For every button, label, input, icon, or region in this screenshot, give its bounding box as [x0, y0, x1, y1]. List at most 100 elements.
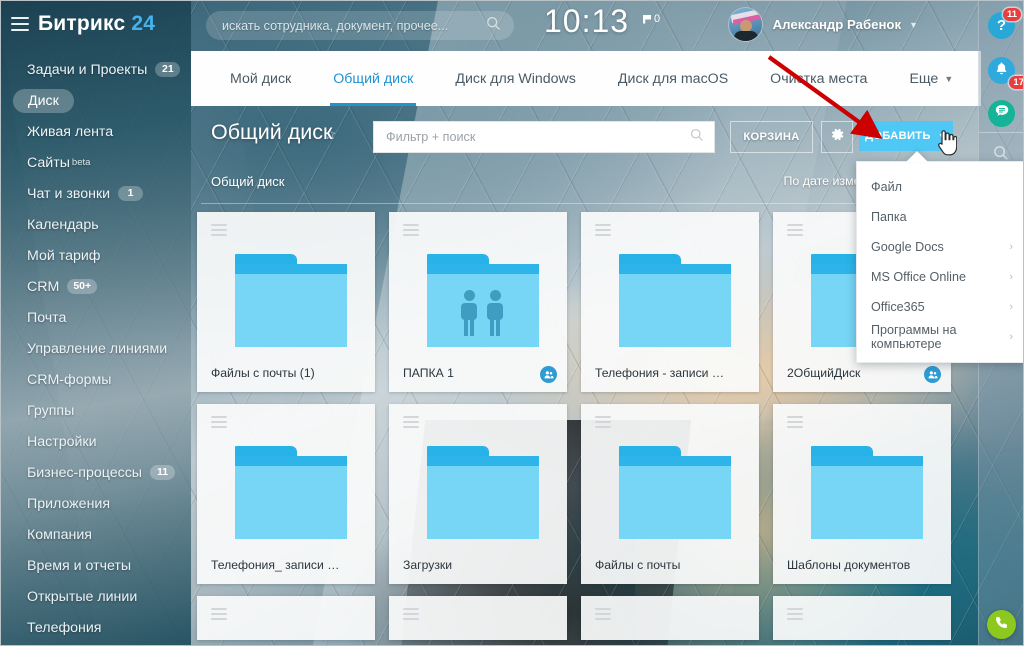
menu-item-desktop-programs[interactable]: Программы на компьютере ›	[857, 322, 1023, 352]
chevron-down-icon: ▼	[944, 73, 954, 84]
sidebar-item-sites[interactable]: Сайты beta	[1, 147, 191, 178]
filter-search-input[interactable]: Фильтр + поиск	[373, 121, 715, 153]
global-search-placeholder: искать сотрудника, документ, прочее...	[222, 18, 449, 33]
bell-icon	[994, 61, 1009, 81]
global-search-input[interactable]: искать сотрудника, документ, прочее...	[206, 11, 514, 40]
sidebar-item-chat[interactable]: Чат и звонки 1	[1, 178, 191, 209]
sidebar-item-crm-forms[interactable]: CRM-формы	[1, 364, 191, 395]
badge-crm: 50+	[67, 279, 98, 294]
avatar	[728, 8, 762, 41]
menu-item-google-docs[interactable]: Google Docs ›	[857, 232, 1023, 262]
menu-item-ms-office-online[interactable]: MS Office Online ›	[857, 262, 1023, 292]
file-name: Файлы с почты (1)	[211, 366, 315, 380]
user-name: Александр Рабенок	[772, 17, 902, 32]
beta-tag-sites: beta	[71, 157, 91, 168]
call-button[interactable]	[987, 610, 1016, 639]
phone-icon	[994, 615, 1009, 635]
sidebar-item-telephony[interactable]: Телефония	[1, 612, 191, 643]
drag-handle-icon[interactable]	[211, 608, 227, 623]
sidebar-item-applications[interactable]: Приложения	[1, 488, 191, 519]
file-card[interactable]: ПАПКА 1	[389, 212, 567, 392]
shared-badge-icon	[924, 366, 941, 383]
badge-business-processes: 11	[150, 465, 175, 480]
file-name: Телефония_ записи звонков	[211, 558, 341, 572]
file-name: 2ОбщийДиск	[787, 366, 861, 380]
drag-handle-icon[interactable]	[787, 224, 803, 239]
sidebar-item-company[interactable]: Компания	[1, 519, 191, 550]
menu-toggle-icon[interactable]	[11, 17, 29, 31]
file-card[interactable]: Телефония_ записи звонков	[197, 404, 375, 584]
menu-item-file[interactable]: Файл	[857, 172, 1023, 202]
file-name: Загрузки	[403, 558, 453, 572]
settings-button[interactable]	[821, 121, 853, 153]
flag-counter[interactable]: 0	[643, 13, 660, 25]
drag-handle-icon[interactable]	[403, 416, 419, 431]
sidebar-item-settings[interactable]: Настройки	[1, 426, 191, 457]
drag-handle-icon[interactable]	[211, 416, 227, 431]
chevron-right-icon: ›	[1009, 241, 1013, 253]
file-card[interactable]: Шаблоны документов	[773, 404, 951, 584]
sidebar-item-calendar[interactable]: Календарь	[1, 209, 191, 240]
top-bar: искать сотрудника, документ, прочее... 1…	[191, 1, 981, 51]
add-dropdown-menu: Файл Папка Google Docs › MS Office Onlin…	[856, 161, 1023, 363]
sidebar-item-groups[interactable]: Группы	[1, 395, 191, 426]
chat-button[interactable]	[988, 100, 1015, 127]
file-card[interactable]: Файлы с почты	[581, 404, 759, 584]
sidebar-item-tasks[interactable]: Задачи и Проекты 21	[1, 54, 191, 85]
sidebar-item-mail[interactable]: Почта	[1, 302, 191, 333]
drag-handle-icon[interactable]	[595, 608, 611, 623]
menu-item-office365[interactable]: Office365 ›	[857, 292, 1023, 322]
file-card[interactable]: Файлы с почты (1)	[197, 212, 375, 392]
file-card[interactable]	[581, 596, 759, 640]
trash-button[interactable]: КОРЗИНА	[730, 121, 813, 153]
file-card[interactable]	[197, 596, 375, 640]
clock: 10:13	[544, 3, 630, 39]
drag-handle-icon[interactable]	[787, 416, 803, 431]
drag-handle-icon[interactable]	[595, 224, 611, 239]
sidebar-menu: Задачи и Проекты 21 Диск Живая лента Сайт…	[1, 54, 191, 645]
tab-my-drive[interactable]: Мой диск	[209, 51, 312, 106]
tab-more[interactable]: Еще ▼	[888, 51, 974, 106]
tab-drive-macos[interactable]: Диск для macOS	[597, 51, 749, 106]
file-name: Шаблоны документов	[787, 558, 911, 572]
flag-icon	[643, 14, 651, 24]
favorite-star-icon[interactable]: ☆	[324, 126, 337, 143]
menu-item-folder[interactable]: Папка	[857, 202, 1023, 232]
drag-handle-icon[interactable]	[403, 224, 419, 239]
folder-icon	[427, 446, 539, 539]
badge-tasks: 21	[155, 62, 181, 77]
sidebar-item-feed[interactable]: Живая лента	[1, 116, 191, 147]
help-button[interactable]: ? 11	[988, 8, 1021, 39]
sidebar-item-drive[interactable]: Диск	[1, 85, 191, 116]
chevron-right-icon: ›	[1009, 301, 1013, 313]
sidebar-item-business-processes[interactable]: Бизнес-процессы 11	[1, 457, 191, 488]
breadcrumb[interactable]: Общий диск	[211, 174, 284, 189]
notifications-button[interactable]: 17	[988, 57, 1023, 89]
question-mark-icon: ?	[996, 17, 1007, 34]
brand-logo-row[interactable]: Битрикс 24	[1, 1, 191, 47]
file-card[interactable]: Телефония - записи звонков	[581, 212, 759, 392]
left-sidebar: Битрикс 24 Задачи и Проекты 21 Диск Живая…	[1, 1, 191, 645]
sidebar-item-lines-management[interactable]: Управление линиями	[1, 333, 191, 364]
drag-handle-icon[interactable]	[787, 608, 803, 623]
shared-people-icon	[457, 290, 509, 338]
tab-cleanup[interactable]: Очистка места	[749, 51, 888, 106]
user-menu[interactable]: Александр Рабенок ▼	[728, 8, 918, 41]
file-card[interactable]	[389, 596, 567, 640]
drag-handle-icon[interactable]	[595, 416, 611, 431]
folder-icon	[235, 254, 347, 347]
mouse-cursor	[938, 130, 957, 156]
filter-search-placeholder: Фильтр + поиск	[386, 130, 476, 144]
sidebar-item-open-lines[interactable]: Открытые линии	[1, 581, 191, 612]
drag-handle-icon[interactable]	[211, 224, 227, 239]
sidebar-item-tariff[interactable]: Мой тариф	[1, 240, 191, 271]
tab-shared-drive[interactable]: Общий диск	[312, 51, 434, 106]
drag-handle-icon[interactable]	[403, 608, 419, 623]
sidebar-item-crm[interactable]: CRM 50+	[1, 271, 191, 302]
tab-drive-windows[interactable]: Диск для Windows	[434, 51, 597, 106]
file-card[interactable]	[773, 596, 951, 640]
chevron-right-icon: ›	[1009, 271, 1013, 283]
folder-icon	[427, 254, 539, 347]
sidebar-item-time-reports[interactable]: Время и отчеты	[1, 550, 191, 581]
file-card[interactable]: Загрузки	[389, 404, 567, 584]
